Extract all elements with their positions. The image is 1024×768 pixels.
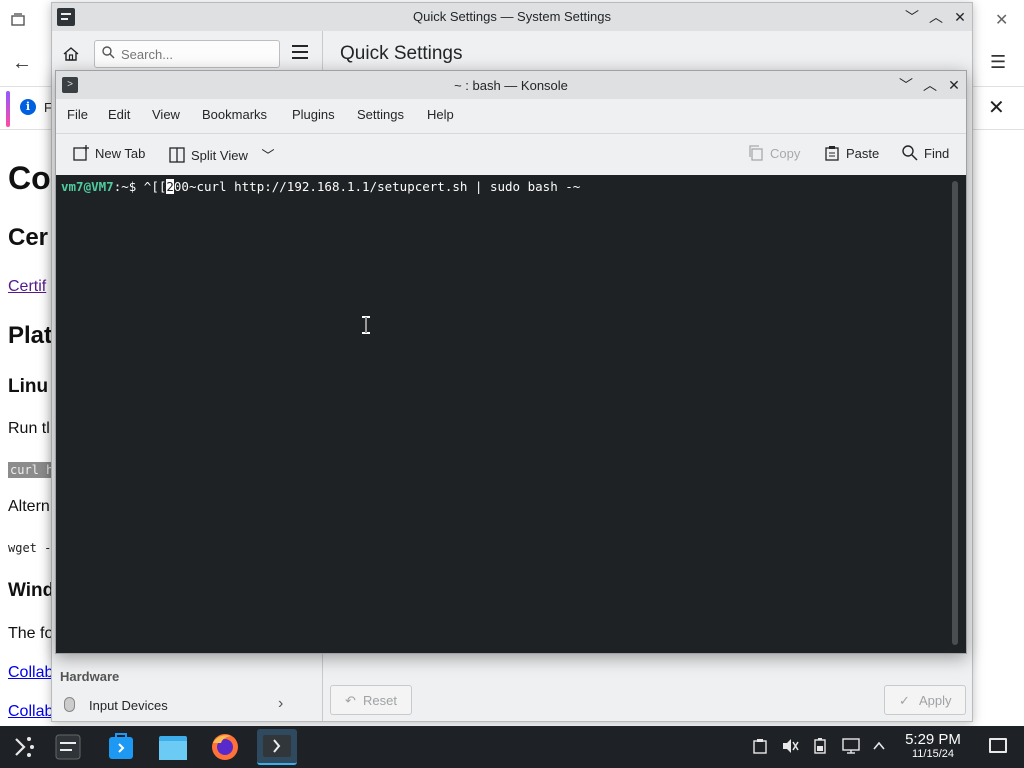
prompt-user: vm7@VM7 [61, 179, 114, 194]
doc-link-collab-2[interactable]: Collab [8, 703, 53, 721]
menu-settings[interactable]: Settings [357, 107, 404, 122]
search-icon [102, 46, 115, 62]
konsole-toolbar: New Tab Split View ﹀ Copy Paste Find [56, 133, 966, 173]
settings-window-title: Quick Settings — System Settings [413, 9, 611, 24]
undo-icon: ↶ [345, 693, 356, 708]
sidebar-item-input-devices[interactable]: Input Devices › [52, 689, 292, 719]
konsole-titlebar[interactable]: > ~ : bash — Konsole ﹀ ︿ ✕ [56, 71, 966, 99]
terminal-line: vm7@VM7:~$ ^[[200~curl http://192.168.1.… [61, 179, 580, 194]
chevron-up-icon[interactable] [872, 738, 886, 757]
doc-heading-platforms: Plat [8, 322, 53, 349]
doc-paragraph-run: Run tl [8, 420, 50, 437]
new-tab-icon [73, 145, 89, 164]
split-view-label: Split View [191, 148, 248, 163]
paste-button[interactable]: Paste [824, 145, 879, 164]
text-cursor-icon [361, 315, 371, 335]
battery-icon[interactable] [814, 738, 826, 757]
reset-label: Reset [363, 693, 397, 708]
doc-link-collab-1[interactable]: Collab [8, 664, 53, 682]
split-view-button[interactable]: Split View ﹀ [169, 145, 274, 166]
doc-link-certificate[interactable]: Certif [8, 278, 46, 296]
doc-heading-certificates: Cer [8, 224, 49, 251]
checkmark-icon: ✓ [899, 693, 910, 708]
notice-close-icon[interactable]: ✕ [988, 95, 1005, 120]
system-settings-taskbar-icon[interactable] [48, 729, 88, 765]
settings-titlebar[interactable]: Quick Settings — System Settings ﹀ ︿ ✕ [52, 3, 972, 31]
find-icon [902, 145, 918, 164]
maximize-button[interactable]: ︿ [926, 7, 946, 27]
close-button[interactable]: ✕ [944, 75, 964, 95]
doc-paragraph-alternative: Altern [8, 498, 50, 515]
discover-store-icon[interactable] [101, 729, 141, 765]
hamburger-menu-icon[interactable] [292, 45, 308, 59]
new-tab-label: New Tab [95, 146, 146, 161]
minimize-button[interactable]: ﹀ [902, 7, 922, 27]
copy-icon [748, 145, 764, 164]
sidebar-section-hardware: Hardware [60, 669, 120, 684]
doc-paragraph-following: The fo [8, 625, 54, 642]
taskbar: 5:29 PM 11/15/24 [0, 726, 1024, 768]
doc-heading-windows: Wind [8, 580, 55, 601]
terminal-input-after-cursor: 00~curl http://192.168.1.1/setupcert.sh … [173, 179, 581, 194]
menu-plugins[interactable]: Plugins [292, 107, 335, 122]
menu-view[interactable]: View [152, 107, 180, 122]
search-placeholder: Search... [121, 47, 174, 62]
tab-list-icon[interactable] [10, 12, 30, 32]
terminal-cursor: 2 [166, 179, 174, 194]
back-arrow-icon[interactable]: ← [12, 52, 32, 75]
menu-file[interactable]: File [67, 107, 88, 122]
show-desktop-icon[interactable] [989, 738, 1007, 753]
application-launcher-icon[interactable] [4, 729, 44, 765]
info-icon: i [20, 99, 36, 115]
konsole-window-title: ~ : bash — Konsole [454, 78, 568, 93]
network-icon[interactable] [842, 738, 860, 757]
doc-heading-linux: Linu [8, 376, 49, 397]
menu-edit[interactable]: Edit [108, 107, 130, 122]
minimize-button[interactable]: ﹀ [896, 75, 916, 95]
apply-label: Apply [919, 693, 952, 708]
doc-code-wget: wget - [8, 541, 52, 555]
paste-label: Paste [846, 146, 880, 161]
new-tab-button[interactable]: New Tab [73, 145, 145, 164]
home-icon[interactable] [62, 45, 84, 67]
search-field[interactable]: Search... [94, 40, 280, 68]
chevron-right-icon: › [278, 695, 284, 712]
sidebar-item-label: Input Devices [89, 698, 168, 713]
mouse-icon [64, 697, 75, 712]
terminal-area[interactable]: vm7@VM7:~$ ^[[200~curl http://192.168.1.… [56, 175, 966, 653]
doc-heading: Co [8, 160, 51, 196]
volume-muted-icon[interactable] [781, 738, 799, 757]
copy-label: Copy [770, 146, 801, 161]
copy-button[interactable]: Copy [748, 145, 800, 164]
menu-help[interactable]: Help [427, 107, 454, 122]
clipboard-icon[interactable] [752, 738, 768, 757]
hamburger-menu-icon[interactable]: ☰ [990, 52, 1006, 73]
paste-icon [824, 145, 840, 164]
find-button[interactable]: Find [902, 145, 949, 164]
find-label: Find [924, 146, 950, 161]
terminal-scrollbar[interactable] [952, 181, 958, 645]
maximize-button[interactable]: ︿ [920, 75, 940, 95]
konsole-taskbar-icon[interactable] [257, 729, 297, 765]
chevron-down-icon[interactable]: ﹀ [261, 148, 274, 163]
split-view-icon [169, 147, 185, 166]
page-title: Quick Settings [340, 43, 463, 64]
terminal-input-before-cursor: ^[[ [143, 179, 167, 194]
reset-button[interactable]: ↶ Reset [330, 685, 412, 715]
clock-time[interactable]: 5:29 PM [896, 731, 970, 748]
doc-code-curl: curl h [8, 462, 56, 478]
apply-button[interactable]: ✓ Apply [884, 685, 966, 715]
clock-date[interactable]: 11/15/24 [896, 748, 970, 760]
menu-bar: File Edit View Bookmarks Plugins Setting… [56, 99, 966, 129]
file-manager-icon[interactable] [153, 729, 193, 765]
konsole-window: > ~ : bash — Konsole ﹀ ︿ ✕ File Edit Vie… [55, 70, 967, 654]
close-button[interactable]: ✕ [950, 7, 970, 27]
close-icon[interactable]: ✕ [995, 10, 1008, 30]
prompt-path: :~$ [113, 179, 144, 194]
firefox-icon[interactable] [205, 729, 245, 765]
notice-stripe [6, 91, 10, 127]
menu-bookmarks[interactable]: Bookmarks [202, 107, 267, 122]
